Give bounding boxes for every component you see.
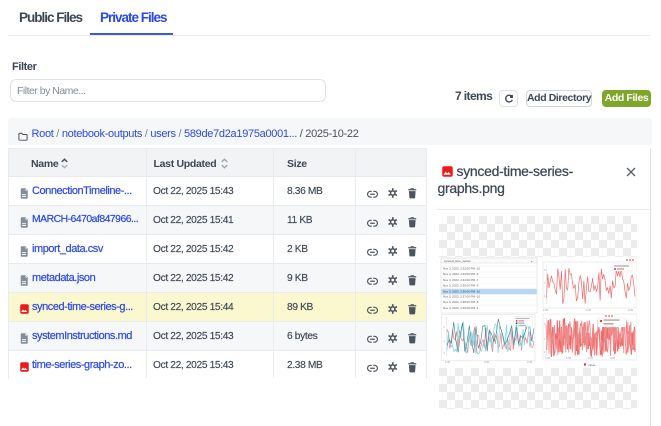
svg-text:Nov 3, 2023, 2:33:00 PM -9: Nov 3, 2023, 2:33:00 PM -9 <box>443 272 479 276</box>
svg-text:Nov 3, 2023, 2:36:00 PM -10: Nov 3, 2023, 2:36:00 PM -10 <box>443 290 480 294</box>
svg-text:2:30: 2:30 <box>527 360 533 364</box>
svg-text:Nov 3, 2023, 2:37:00 PM -10: Nov 3, 2023, 2:37:00 PM -10 <box>443 295 480 299</box>
svg-text:Nov 3, 2023, 2:32:00 PM -10: Nov 3, 2023, 2:32:00 PM -10 <box>443 267 480 271</box>
svg-text:1:30: 1:30 <box>445 360 451 364</box>
svg-text:1:30: 1:30 <box>543 308 549 312</box>
svg-text:2:00: 2:00 <box>586 308 592 312</box>
svg-text:Nov 3, 2023, 2:34:00 PM -7: Nov 3, 2023, 2:34:00 PM -7 <box>443 278 479 282</box>
svg-text:Nov 3, 2023, 2:35:00 PM -3: Nov 3, 2023, 2:35:00 PM -3 <box>443 283 479 287</box>
svg-text:2:30: 2:30 <box>610 356 616 360</box>
svg-text:synced_time_series: synced_time_series <box>444 259 471 263</box>
svg-text:Nov 3, 2023, 2:38:00 PM -8: Nov 3, 2023, 2:38:00 PM -8 <box>443 300 479 304</box>
svg-text:2:00: 2:00 <box>484 360 490 364</box>
svg-text:1:30: 1:30 <box>545 356 551 360</box>
svg-text:2:30: 2:30 <box>628 308 634 312</box>
svg-text:2:10: 2:10 <box>588 356 594 360</box>
svg-text:value: value <box>588 363 596 367</box>
svg-text:1:50: 1:50 <box>566 356 572 360</box>
svg-text:Nov 3, 2023, 2:39:00 PM -4: Nov 3, 2023, 2:39:00 PM -4 <box>443 306 479 310</box>
